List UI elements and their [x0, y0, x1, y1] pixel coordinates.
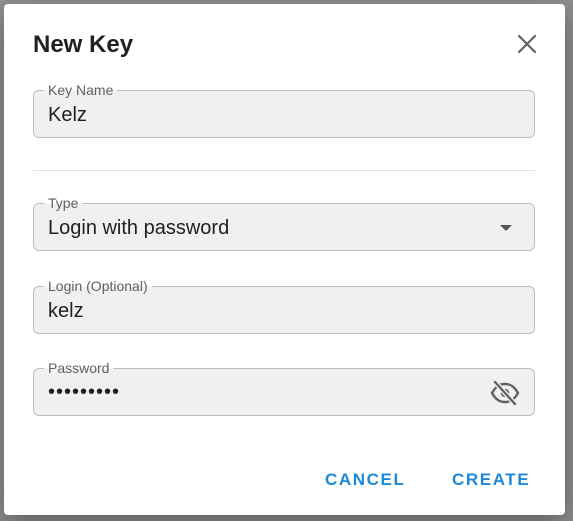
- key-name-label: Key Name: [44, 82, 118, 98]
- eye-off-icon[interactable]: [490, 379, 520, 407]
- key-name-field[interactable]: Key Name Kelz: [33, 82, 535, 138]
- login-field[interactable]: Login (Optional) kelz: [33, 278, 535, 334]
- password-label: Password: [44, 360, 114, 376]
- login-value[interactable]: kelz: [48, 299, 84, 323]
- type-label: Type: [44, 195, 83, 211]
- cancel-button[interactable]: CANCEL: [325, 470, 405, 490]
- divider: [33, 170, 535, 171]
- password-value[interactable]: •••••••••: [48, 380, 120, 404]
- type-value[interactable]: Login with password: [48, 216, 229, 240]
- key-name-value[interactable]: Kelz: [48, 103, 87, 127]
- close-icon[interactable]: [514, 31, 540, 57]
- login-label: Login (Optional): [44, 278, 152, 294]
- dialog-title: New Key: [33, 31, 134, 58]
- new-key-dialog: New Key Key Name Kelz Type Login with pa…: [4, 4, 565, 515]
- dropdown-arrow-icon[interactable]: [500, 225, 512, 231]
- create-button[interactable]: CREATE: [452, 470, 530, 490]
- password-field[interactable]: Password •••••••••: [33, 360, 535, 416]
- type-select[interactable]: Type Login with password: [33, 195, 535, 251]
